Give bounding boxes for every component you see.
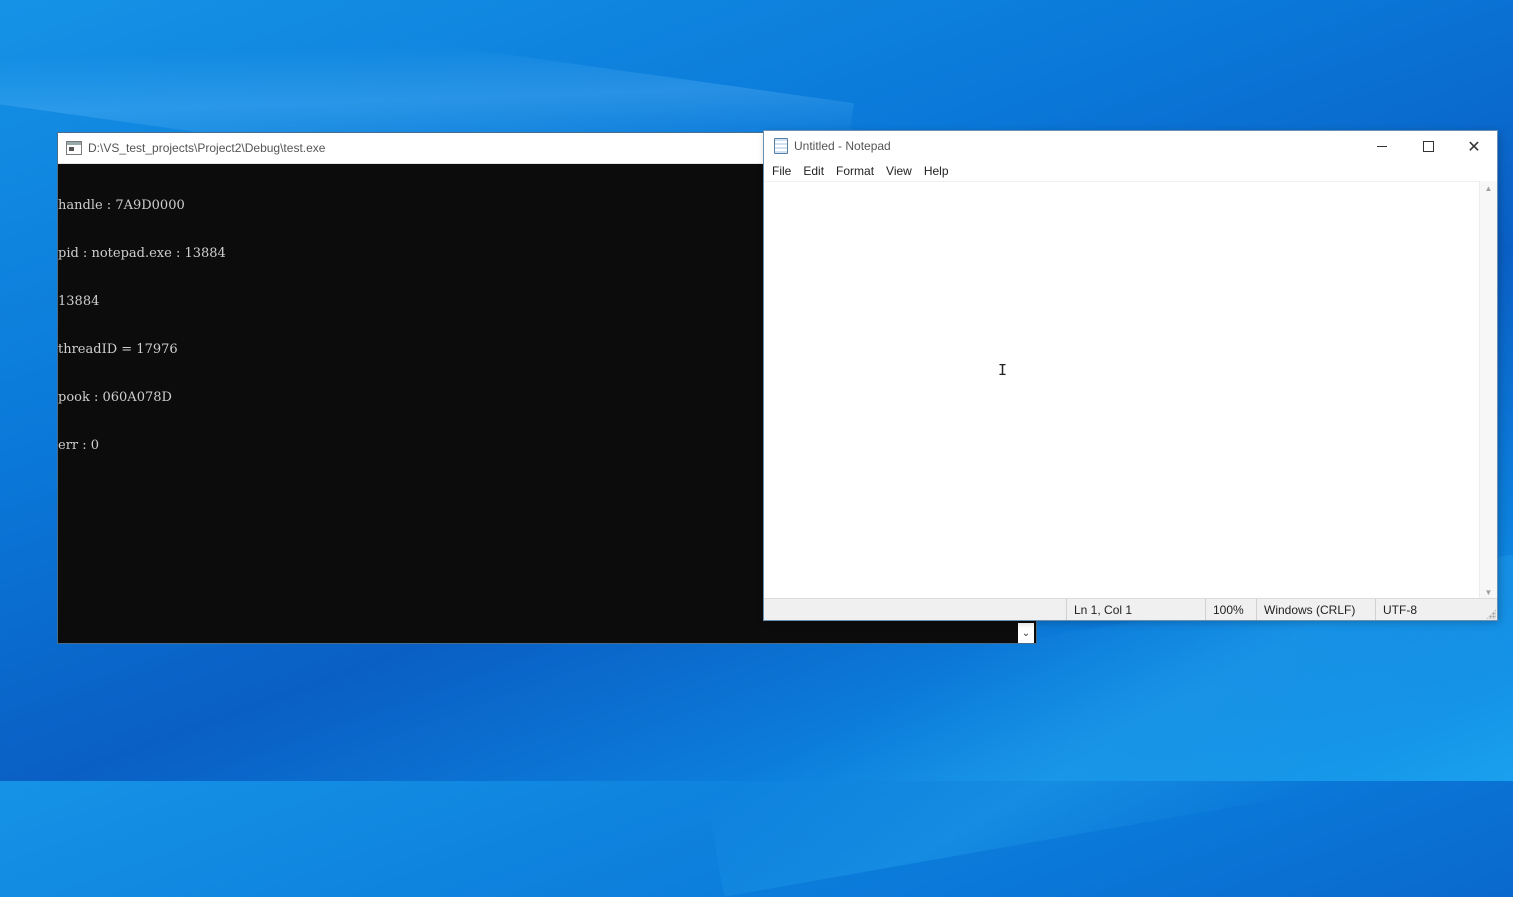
notepad-titlebar[interactable]: Untitled - Notepad ✕	[764, 131, 1497, 161]
menu-file[interactable]: File	[766, 164, 797, 178]
window-controls: ✕	[1359, 131, 1497, 161]
maximize-button[interactable]	[1405, 131, 1451, 161]
resize-grip-icon[interactable]	[1486, 609, 1496, 619]
scroll-down-arrow-icon[interactable]: ▼	[1480, 585, 1497, 599]
close-button[interactable]: ✕	[1451, 131, 1497, 161]
close-icon: ✕	[1467, 136, 1481, 156]
scroll-down-arrow-icon[interactable]: ⌄	[1018, 623, 1034, 643]
vertical-scrollbar[interactable]: ▲ ▼	[1479, 181, 1497, 599]
status-position: Ln 1, Col 1	[1066, 599, 1205, 620]
notepad-icon[interactable]	[774, 138, 788, 154]
menu-help[interactable]: Help	[918, 164, 955, 178]
menu-bar: File Edit Format View Help	[764, 161, 1497, 181]
menu-view[interactable]: View	[880, 164, 918, 178]
status-line-ending: Windows (CRLF)	[1256, 599, 1376, 620]
status-zoom: 100%	[1205, 599, 1257, 620]
maximize-icon	[1422, 140, 1434, 152]
console-title: D:\VS_test_projects\Project2\Debug\test.…	[88, 141, 326, 155]
status-bar: Ln 1, Col 1 100% Windows (CRLF) UTF-8	[764, 598, 1497, 620]
status-encoding: UTF-8	[1375, 599, 1483, 620]
notepad-title: Untitled - Notepad	[794, 139, 891, 153]
minimize-icon	[1377, 145, 1387, 147]
console-icon[interactable]	[66, 141, 82, 155]
minimize-button[interactable]	[1359, 131, 1405, 161]
i-beam-cursor-icon: I	[998, 361, 1008, 379]
text-editor[interactable]: I	[764, 181, 1497, 600]
scroll-up-arrow-icon[interactable]: ▲	[1480, 181, 1497, 195]
menu-format[interactable]: Format	[830, 164, 880, 178]
menu-edit[interactable]: Edit	[797, 164, 830, 178]
notepad-window[interactable]: Untitled - Notepad ✕ File Edit Format Vi…	[764, 131, 1497, 620]
